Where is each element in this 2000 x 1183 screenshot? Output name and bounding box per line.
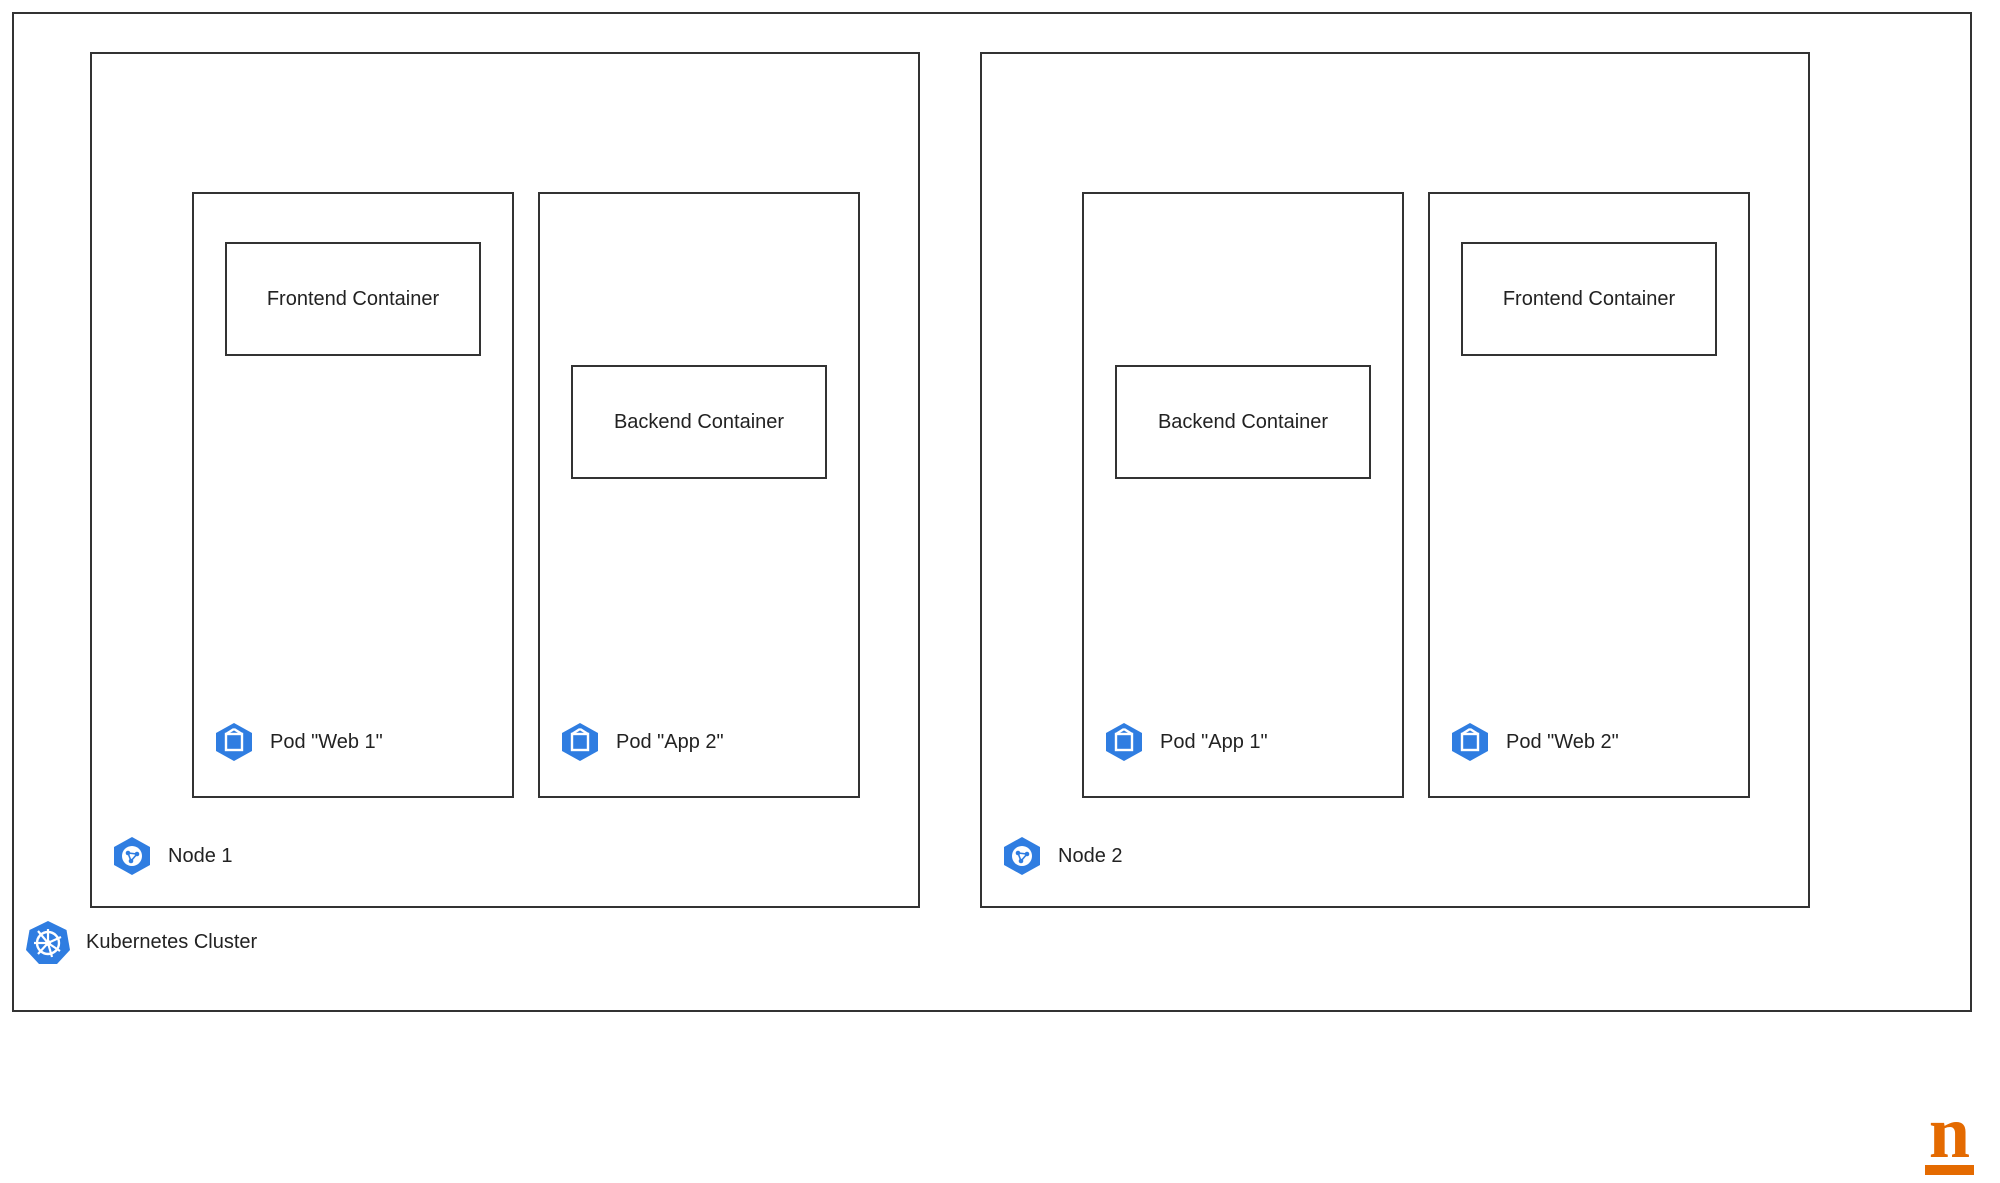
container-label: Frontend Container: [1503, 288, 1675, 311]
pod-icon: [1448, 720, 1492, 764]
node-label: Node 2: [1058, 845, 1123, 868]
container-box-web-1: Frontend Container: [225, 242, 481, 356]
pod-label: Pod "App 2": [616, 731, 724, 754]
container-label: Backend Container: [614, 411, 784, 434]
pod-label: Pod "Web 2": [1506, 731, 1619, 754]
container-box-app-2: Backend Container: [571, 365, 827, 479]
cluster-label: Kubernetes Cluster: [86, 931, 257, 954]
pod-label-row-app-2: Pod "App 2": [558, 720, 724, 764]
pod-label-row-web-1: Pod "Web 1": [212, 720, 383, 764]
diagram-canvas: Frontend Container Pod "Web 1" Backend C…: [0, 0, 2000, 1183]
pod-label-row-app-1: Pod "App 1": [1102, 720, 1268, 764]
pod-icon: [558, 720, 602, 764]
pod-label: Pod "App 1": [1160, 731, 1268, 754]
node-label: Node 1: [168, 845, 233, 868]
pod-icon: [1102, 720, 1146, 764]
container-label: Backend Container: [1158, 411, 1328, 434]
cluster-label-row: Kubernetes Cluster: [24, 918, 257, 966]
pod-label: Pod "Web 1": [270, 731, 383, 754]
node-label-row-2: Node 2: [1000, 834, 1123, 878]
pod-label-row-web-2: Pod "Web 2": [1448, 720, 1619, 764]
node-icon: [110, 834, 154, 878]
pod-icon: [212, 720, 256, 764]
node-label-row-1: Node 1: [110, 834, 233, 878]
node-icon: [1000, 834, 1044, 878]
pod-box-app-1: [1082, 192, 1404, 798]
kubernetes-icon: [24, 918, 72, 966]
pod-box-app-2: [538, 192, 860, 798]
container-box-app-1: Backend Container: [1115, 365, 1371, 479]
container-box-web-2: Frontend Container: [1461, 242, 1717, 356]
brand-logo: n: [1925, 1104, 1974, 1175]
container-label: Frontend Container: [267, 288, 439, 311]
